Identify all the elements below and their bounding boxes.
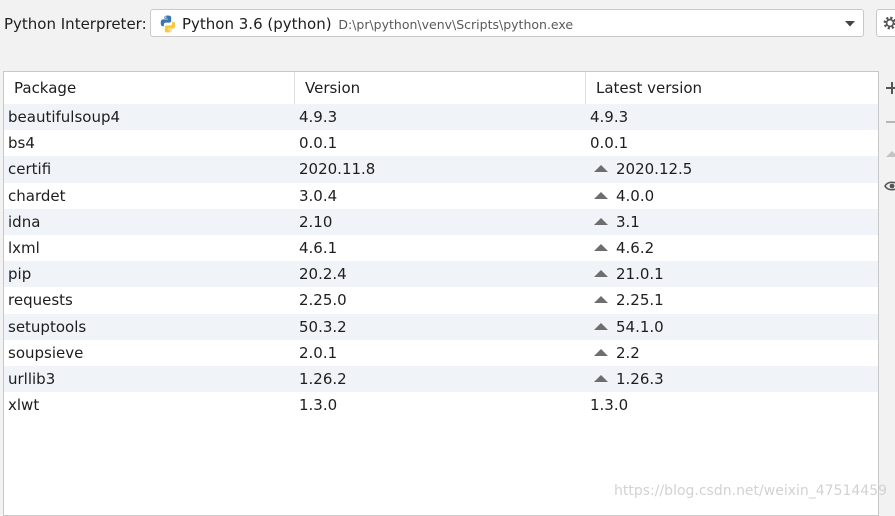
upgrade-arrow-icon (594, 191, 608, 199)
upgrade-arrow-icon (594, 244, 608, 251)
table-row[interactable]: requests 2.25.0 2.25.1 (4, 287, 878, 313)
latest-version-cell: 4.6.2 (590, 235, 654, 261)
column-header-package[interactable]: Package (4, 72, 295, 104)
package-version: 4.6.1 (299, 239, 338, 257)
latest-version: 21.0.1 (616, 265, 664, 284)
latest-version-cell: 1.3.0 (590, 392, 628, 418)
watermark: https://blog.csdn.net/weixin_47514459 (614, 483, 888, 499)
table-row[interactable]: urllib3 1.26.2 1.26.3 (4, 366, 878, 393)
package-name: certifi (8, 160, 52, 179)
remove-icon[interactable] (884, 114, 895, 130)
latest-version: 1.26.3 (616, 370, 664, 388)
latest-version-cell: 2020.12.5 (590, 156, 692, 182)
package-name: xlwt (8, 396, 40, 415)
table-row[interactable]: setuptools 50.3.2 54.1.0 (4, 313, 878, 340)
latest-version: 1.3.0 (590, 396, 629, 415)
package-version: 0.0.1 (299, 134, 338, 153)
package-version: 1.3.0 (299, 396, 338, 415)
latest-version: 4.0.0 (616, 186, 655, 205)
upgrade-icon[interactable] (884, 146, 895, 162)
latest-version: 4.6.2 (616, 239, 655, 257)
settings-button[interactable] (876, 9, 895, 37)
package-name: requests (8, 291, 73, 310)
package-name: bs4 (8, 134, 35, 153)
package-name: soupsieve (8, 343, 84, 362)
package-toolbar (880, 72, 895, 232)
package-name: pip (8, 265, 32, 284)
package-version: 2.10 (299, 212, 333, 231)
package-version: 4.9.3 (299, 108, 338, 126)
package-version: 2.0.1 (299, 343, 338, 362)
package-version: 50.3.2 (299, 317, 347, 336)
table-row[interactable]: beautifulsoup4 4.9.3 4.9.3 (4, 104, 878, 131)
table-row[interactable]: idna 2.10 3.1 (4, 208, 878, 235)
upgrade-arrow-icon (594, 270, 608, 278)
package-name: urllib3 (8, 370, 56, 388)
upgrade-arrow-icon (594, 165, 608, 173)
package-name: setuptools (8, 317, 87, 336)
latest-version-cell: 4.9.3 (590, 104, 628, 130)
latest-version: 4.9.3 (590, 108, 629, 126)
latest-version-cell: 4.0.0 (590, 183, 654, 209)
table-row[interactable]: lxml 4.6.1 4.6.2 (4, 235, 878, 261)
package-name: idna (8, 212, 41, 231)
package-version: 20.2.4 (299, 265, 347, 284)
gear-icon (883, 16, 895, 30)
eye-icon[interactable] (884, 178, 895, 194)
latest-version: 54.1.0 (616, 317, 664, 336)
package-version: 2.25.0 (299, 291, 347, 310)
package-name: lxml (8, 239, 40, 257)
latest-version-cell: 21.0.1 (590, 261, 664, 287)
package-name: beautifulsoup4 (8, 108, 121, 126)
table-row[interactable]: xlwt 1.3.0 1.3.0 (4, 392, 878, 418)
chevron-down-icon[interactable] (844, 20, 856, 28)
upgrade-arrow-icon (594, 296, 608, 304)
latest-version: 0.0.1 (590, 134, 629, 153)
upgrade-arrow-icon (594, 348, 608, 356)
add-icon[interactable] (884, 80, 895, 96)
latest-version: 2.25.1 (616, 291, 664, 310)
interpreter-value: Python 3.6 (python) D:\pr\python\venv\Sc… (182, 14, 573, 35)
upgrade-arrow-icon (594, 322, 608, 330)
interpreter-name: Python 3.6 (python) (182, 15, 332, 33)
latest-version-cell: 1.26.3 (590, 366, 664, 392)
interpreter-label: Python Interpreter: (4, 15, 147, 33)
latest-version: 3.1 (616, 212, 640, 231)
python-icon (158, 14, 178, 34)
table-row[interactable]: bs4 0.0.1 0.0.1 (4, 130, 878, 156)
column-header-latest-version[interactable]: Latest version (586, 72, 878, 104)
upgrade-arrow-icon (594, 375, 608, 382)
table-row[interactable]: soupsieve 2.0.1 2.2 (4, 340, 878, 366)
interpreter-dropdown[interactable]: Python 3.6 (python) D:\pr\python\venv\Sc… (150, 9, 864, 37)
package-version: 2020.11.8 (299, 160, 376, 179)
table-row[interactable]: pip 20.2.4 21.0.1 (4, 261, 878, 288)
column-header-version[interactable]: Version (295, 72, 586, 104)
latest-version: 2.2 (616, 343, 640, 362)
package-version: 1.26.2 (299, 370, 347, 388)
package-version: 3.0.4 (299, 186, 338, 205)
interpreter-path: D:\pr\python\venv\Scripts\python.exe (338, 17, 574, 32)
latest-version: 2020.12.5 (616, 160, 693, 179)
table-row[interactable]: certifi 2020.11.8 2020.12.5 (4, 156, 878, 183)
latest-version-cell: 54.1.0 (590, 314, 664, 340)
packages-table[interactable]: Package Version Latest version beautiful… (3, 71, 879, 516)
table-header: Package Version Latest version (4, 72, 878, 105)
upgrade-arrow-icon (594, 217, 608, 225)
latest-version-cell: 3.1 (590, 209, 640, 235)
package-name: chardet (8, 186, 66, 205)
latest-version-cell: 2.25.1 (590, 287, 664, 313)
table-row[interactable]: chardet 3.0.4 4.0.0 (4, 183, 878, 209)
latest-version-cell: 0.0.1 (590, 130, 628, 156)
latest-version-cell: 2.2 (590, 340, 640, 366)
